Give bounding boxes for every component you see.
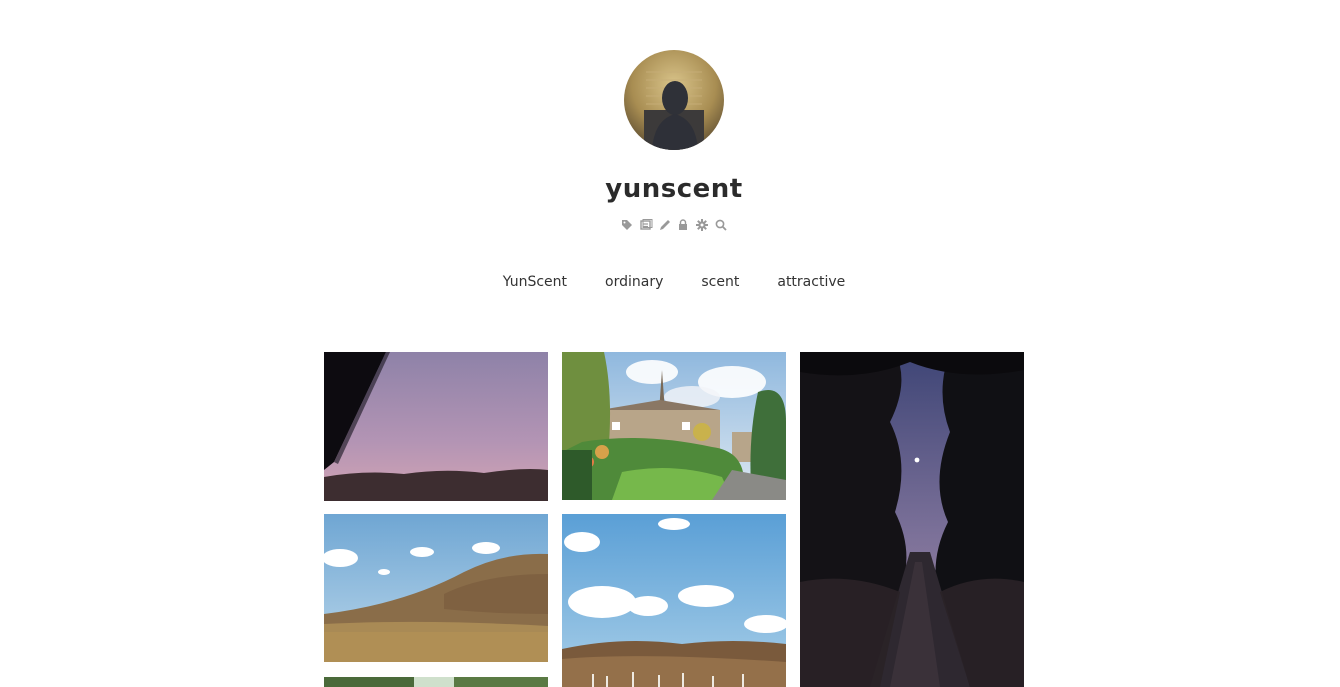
post-image bbox=[800, 352, 1024, 687]
post-thumbnail-dusk-sky[interactable] bbox=[324, 352, 548, 501]
post-thumbnail-village[interactable] bbox=[562, 352, 786, 500]
post-thumbnail-trees[interactable] bbox=[324, 677, 548, 687]
blog-page: yunscent YunScent ordinary scent attract… bbox=[0, 0, 1340, 687]
post-thumbnail-night-path[interactable] bbox=[800, 352, 1024, 687]
category-nav: YunScent ordinary scent attractive bbox=[0, 274, 1340, 290]
search-icon[interactable] bbox=[714, 218, 728, 232]
post-image bbox=[324, 352, 548, 501]
archive-icon[interactable] bbox=[639, 218, 653, 232]
nav-item-ordinary[interactable]: ordinary bbox=[605, 274, 663, 290]
nav-item-yunscent[interactable]: YunScent bbox=[503, 274, 567, 290]
avatar-image bbox=[624, 50, 724, 150]
post-image bbox=[562, 514, 786, 687]
post-image bbox=[324, 514, 548, 662]
lock-icon[interactable] bbox=[676, 218, 690, 232]
profile-avatar[interactable] bbox=[624, 50, 724, 150]
tag-icon[interactable] bbox=[620, 218, 634, 232]
post-thumbnail-hill[interactable] bbox=[324, 514, 548, 662]
write-icon[interactable] bbox=[658, 218, 672, 232]
blog-title[interactable]: yunscent bbox=[0, 174, 1340, 204]
nav-item-scent[interactable]: scent bbox=[701, 274, 739, 290]
settings-icon[interactable] bbox=[695, 218, 709, 232]
post-thumbnail-heath[interactable] bbox=[562, 514, 786, 687]
nav-item-attractive[interactable]: attractive bbox=[777, 274, 845, 290]
post-image bbox=[562, 352, 786, 500]
post-image bbox=[324, 677, 548, 687]
admin-icon-bar bbox=[620, 218, 728, 232]
